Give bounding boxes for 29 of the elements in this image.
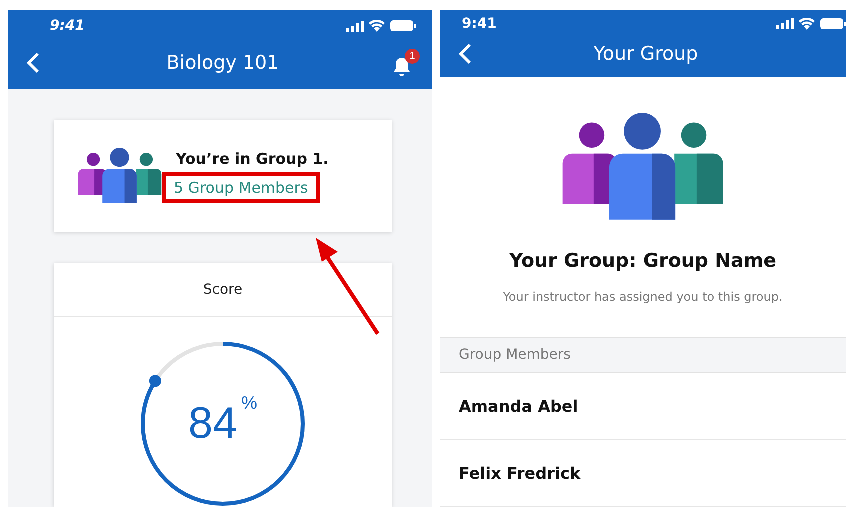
notification-badge: 1 (405, 48, 420, 64)
score-title: Score (54, 263, 392, 317)
score-unit: % (241, 393, 258, 414)
member-row[interactable]: Amanda Abel (440, 373, 846, 440)
battery-icon (820, 18, 846, 30)
chevron-left-icon (26, 52, 40, 74)
status-time: 9:41 (50, 18, 85, 34)
wifi-icon (799, 18, 815, 30)
score-value: 84 (188, 399, 238, 449)
people-icon (562, 113, 724, 220)
group-heading: You’re in Group 1. (175, 150, 329, 168)
back-button[interactable] (26, 52, 40, 74)
signal-icon (776, 18, 794, 30)
signal-icon (346, 20, 364, 32)
group-subtitle: Your instructor has assigned you to this group. (503, 290, 783, 304)
people-icon (78, 148, 162, 204)
nav-title: Your Group (594, 43, 698, 66)
back-button[interactable] (458, 43, 472, 66)
nav-title: Biology 101 (166, 52, 280, 74)
battery-icon (390, 20, 416, 32)
member-row[interactable]: Felix Fredrick (440, 440, 846, 507)
wifi-icon (369, 20, 385, 32)
group-members-link[interactable]: 5 Group Members (174, 178, 308, 196)
notification-button[interactable]: 1 (393, 48, 420, 77)
bell-icon (393, 56, 411, 77)
chevron-left-icon (458, 43, 472, 66)
section-header: Group Members (440, 337, 846, 373)
group-name-heading: Your Group: Group Name (509, 250, 777, 272)
status-time: 9:41 (462, 16, 497, 32)
